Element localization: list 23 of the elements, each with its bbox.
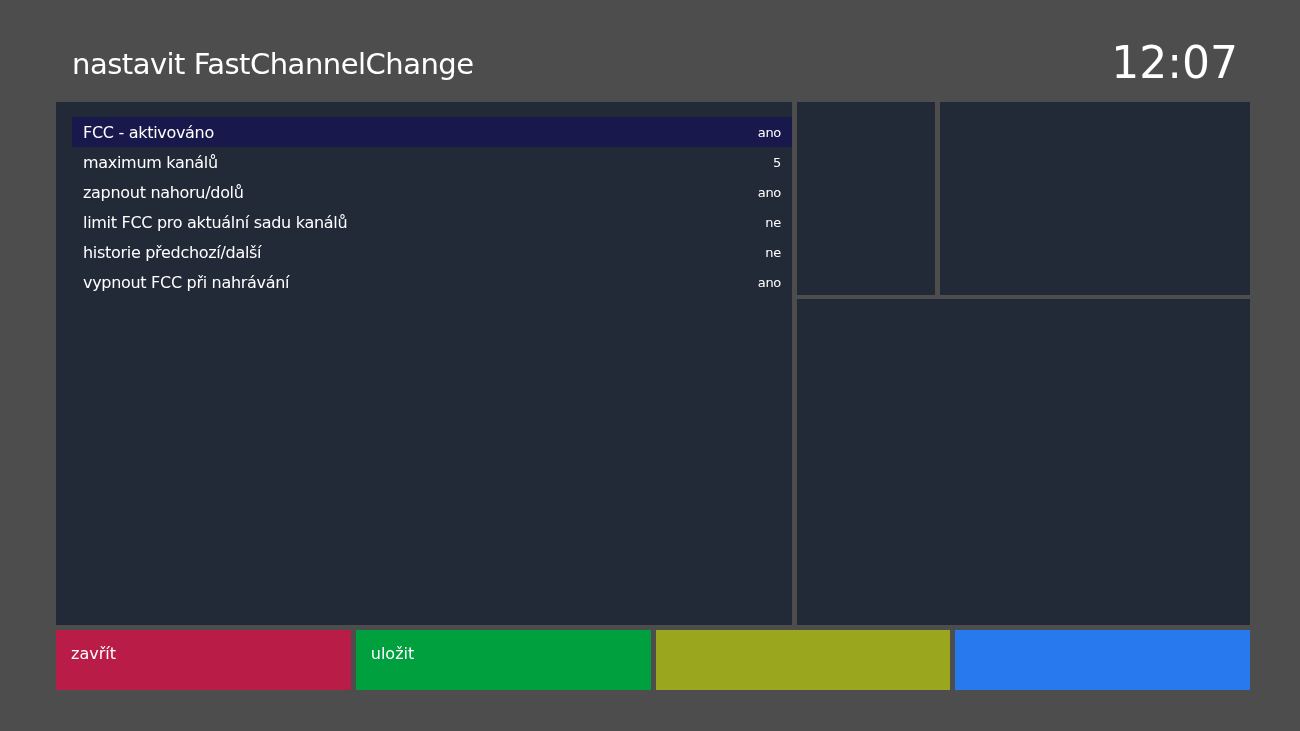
setting-label: historie předchozí/další — [83, 242, 262, 262]
setting-value: ne — [765, 244, 781, 260]
setting-row[interactable]: zapnout nahoru/dolů ano — [72, 177, 792, 207]
color-button[interactable] — [955, 630, 1250, 690]
setting-value: ano — [757, 124, 781, 140]
setting-label: limit FCC pro aktuální sadu kanálů — [83, 212, 348, 232]
setting-value: 5 — [773, 154, 781, 170]
setting-label: FCC - aktivováno — [83, 122, 214, 142]
setting-row[interactable]: historie předchozí/další ne — [72, 237, 792, 267]
setting-label: maximum kanálů — [83, 152, 218, 172]
setting-value: ano — [757, 184, 781, 200]
setting-label: zapnout nahoru/dolů — [83, 182, 244, 202]
color-button[interactable]: zavřít — [56, 630, 351, 690]
setting-value: ano — [757, 274, 781, 290]
setting-label: vypnout FCC při nahrávání — [83, 272, 290, 292]
setting-row[interactable]: FCC - aktivováno ano — [72, 117, 792, 147]
setting-row[interactable]: limit FCC pro aktuální sadu kanálů ne — [72, 207, 792, 237]
setting-value: ne — [765, 214, 781, 230]
setting-row[interactable]: vypnout FCC při nahrávání ano — [72, 267, 792, 297]
clock: 12:07 — [1111, 35, 1238, 88]
setting-row[interactable]: maximum kanálů 5 — [72, 147, 792, 177]
screen-title: nastavit FastChannelChange — [72, 46, 474, 81]
color-button[interactable] — [655, 630, 951, 690]
